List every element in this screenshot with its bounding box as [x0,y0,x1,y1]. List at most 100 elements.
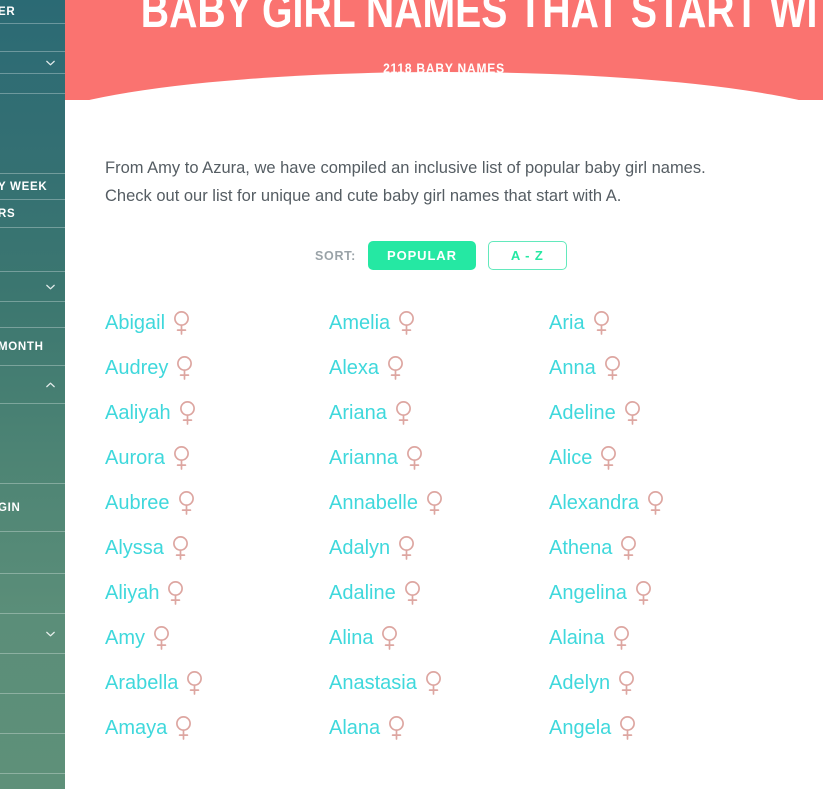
sidebar-item-2[interactable] [0,52,65,74]
name-label: Alice [549,446,593,469]
sidebar-item-6[interactable]: RS [0,200,65,228]
name-link[interactable]: Adeline [549,390,789,435]
name-link[interactable]: Amelia [329,300,549,345]
venus-icon [380,625,399,651]
venus-icon [403,580,422,606]
venus-icon [172,445,191,471]
sidebar-item-9[interactable] [0,302,65,328]
name-label: Adaline [329,581,396,604]
sidebar-item-1[interactable] [0,24,65,52]
sidebar-item-7[interactable] [0,228,65,272]
name-link[interactable]: Anna [549,345,789,390]
venus-icon [177,490,196,516]
venus-icon [617,670,636,696]
sidebar-item-18[interactable] [0,694,65,734]
venus-icon [166,580,185,606]
sidebar-nav[interactable]: ER Y WEEK RS MONTH GIN [0,0,65,789]
name-label: Alaina [549,626,605,649]
sidebar-item-13[interactable]: GIN [0,484,65,532]
sidebar-item-label: MONTH [0,340,44,353]
name-link[interactable]: Amaya [105,705,329,750]
name-link[interactable]: Alice [549,435,789,480]
names-column-1: Abigail Audrey Aaliyah Aurora Aubree Alyssa Al… [105,300,329,750]
name-link[interactable]: Alexandra [549,480,789,525]
venus-icon [387,715,406,741]
name-link[interactable]: Adaline [329,570,549,615]
name-link[interactable]: Adalyn [329,525,549,570]
name-label: Anna [549,356,596,379]
venus-icon [634,580,653,606]
sidebar-item-8[interactable] [0,272,65,302]
names-column-3: Aria Anna Adeline Alice Alexandra Athena Angel… [549,300,789,750]
name-link[interactable]: Aliyah [105,570,329,615]
name-link[interactable]: Athena [549,525,789,570]
sidebar-item-4[interactable] [0,94,65,174]
name-link[interactable]: Alexa [329,345,549,390]
venus-icon [152,625,171,651]
name-link[interactable]: Amy [105,615,329,660]
name-link[interactable]: Abigail [105,300,329,345]
page-title: BABY GIRL NAMES THAT START WITH A [140,0,823,38]
name-label: Abigail [105,311,166,334]
baby-names-grid: Abigail Audrey Aaliyah Aurora Aubree Alyssa Al… [105,300,805,750]
name-link[interactable]: Audrey [105,345,329,390]
name-label: Aubree [105,491,170,514]
chevron-down-icon[interactable] [45,281,56,292]
sidebar-item-3[interactable] [0,74,65,94]
sidebar-item-19[interactable] [0,734,65,774]
name-link[interactable]: Alana [329,705,549,750]
name-link[interactable]: Angelina [549,570,789,615]
name-link[interactable]: Angela [549,705,789,750]
name-link[interactable]: Annabelle [329,480,549,525]
name-link[interactable]: Alina [329,615,549,660]
venus-icon [405,445,424,471]
name-label: Ariana [329,401,387,424]
name-label: Aurora [105,446,166,469]
sort-alphabetical-button[interactable]: A - Z [487,241,567,270]
name-label: Alexandra [549,491,640,514]
name-link[interactable]: Ariana [329,390,549,435]
venus-icon [171,535,190,561]
name-link[interactable]: Aria [549,300,789,345]
sidebar-item-label: RS [0,207,16,220]
venus-icon [394,400,413,426]
intro-paragraph: From Amy to Azura, we have compiled an i… [105,154,765,210]
name-link[interactable]: Aubree [105,480,329,525]
names-column-2: Amelia Alexa Ariana Arianna Annabelle Adalyn A… [329,300,549,750]
name-label: Anastasia [329,671,417,694]
sidebar-item-5[interactable]: Y WEEK [0,174,65,200]
name-link[interactable]: Arabella [105,660,329,705]
name-label: Alina [329,626,374,649]
banner-curve-decoration [65,72,823,100]
sidebar-item-10[interactable]: MONTH [0,328,65,366]
sidebar-item-12[interactable] [0,404,65,484]
name-label: Arabella [105,671,179,694]
name-label: Adalyn [329,536,391,559]
name-label: Amelia [329,311,391,334]
sidebar-item-14[interactable] [0,532,65,574]
chevron-down-icon[interactable] [45,628,56,639]
name-label: Athena [549,536,613,559]
venus-icon [424,670,443,696]
name-link[interactable]: Aurora [105,435,329,480]
sidebar-item-17[interactable] [0,654,65,694]
venus-icon [175,355,194,381]
name-link[interactable]: Arianna [329,435,549,480]
intro-line-1: From Amy to Azura, we have compiled an i… [105,159,706,177]
sidebar-item-0[interactable]: ER [0,0,65,24]
sidebar-item-15[interactable] [0,574,65,614]
name-link[interactable]: Adelyn [549,660,789,705]
name-link[interactable]: Aaliyah [105,390,329,435]
name-link[interactable]: Alaina [549,615,789,660]
sidebar-item-16[interactable] [0,614,65,654]
name-link[interactable]: Anastasia [329,660,549,705]
name-link[interactable]: Alyssa [105,525,329,570]
name-label: Aaliyah [105,401,171,424]
sort-popular-button[interactable]: POPULAR [368,241,476,270]
name-label: Audrey [105,356,169,379]
venus-icon [619,535,638,561]
sidebar-item-11[interactable] [0,366,65,404]
chevron-down-icon[interactable] [45,57,56,68]
name-label: Adelyn [549,671,611,694]
chevron-up-icon[interactable] [45,379,56,390]
